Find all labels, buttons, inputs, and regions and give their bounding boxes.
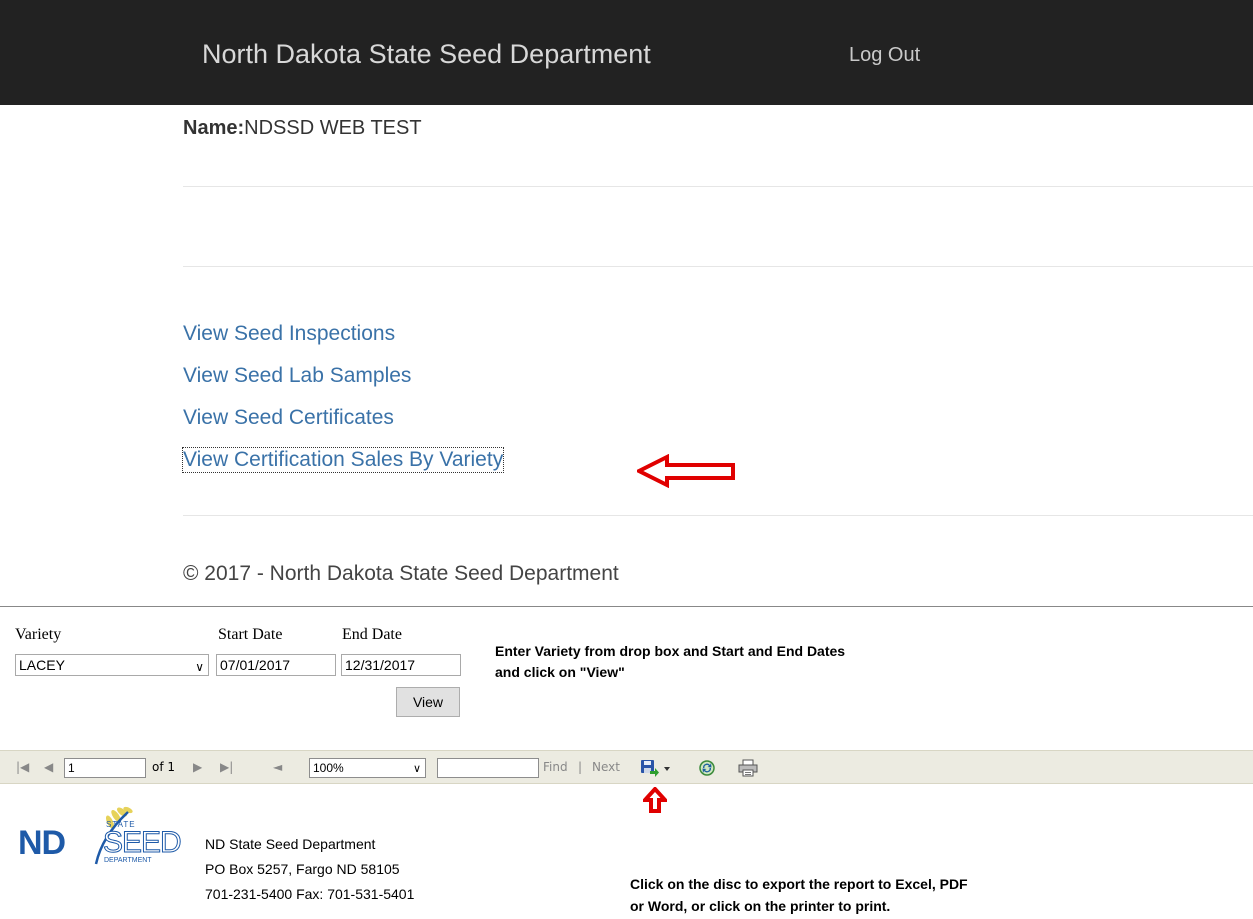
view-button[interactable]: View	[396, 687, 460, 717]
next-page-icon[interactable]: ▶	[193, 760, 202, 774]
next-match-link[interactable]: Next	[592, 760, 620, 774]
nd-state-seed-logo: ND STATE SEED DEPARTMENT	[18, 806, 200, 873]
divider	[183, 266, 1253, 267]
instruction-line-1: Enter Variety from drop box and Start an…	[495, 643, 846, 659]
logo-seed-text: SEED	[103, 826, 183, 860]
name-value: NDSSD WEB TEST	[244, 117, 422, 139]
up-arrow-annotation-icon	[643, 787, 667, 813]
export-instruction-line-2: or Word, or click on the printer to prin…	[630, 898, 891, 914]
start-date-input[interactable]: 07/01/2017	[216, 654, 336, 676]
logout-link[interactable]: Log Out	[849, 44, 920, 67]
chevron-down-icon: ∨	[412, 763, 421, 775]
logo-nd-text: ND	[18, 824, 66, 862]
start-date-label: Start Date	[218, 626, 283, 643]
copyright-text: © 2017 - North Dakota State Seed Departm…	[183, 562, 619, 585]
first-page-icon[interactable]: |◀	[16, 760, 29, 774]
left-arrow-annotation-icon	[637, 454, 735, 488]
logo-department-text: DEPARTMENT	[104, 857, 152, 864]
variety-select[interactable]: LACEY ∨	[15, 654, 209, 676]
report-toolbar: |◀ ◀ 1 of 1 ▶ ▶| ◄ 100% ∨ Find | Next	[0, 750, 1253, 784]
printer-icon[interactable]	[738, 759, 758, 777]
divider	[183, 515, 1253, 516]
zoom-value: 100%	[313, 761, 344, 775]
refresh-icon[interactable]	[698, 759, 716, 777]
toolbar-separator: |	[578, 760, 583, 774]
link-seed-certificates[interactable]: View Seed Certificates	[183, 397, 503, 439]
user-name: Name:NDSSD WEB TEST	[183, 117, 422, 140]
name-label: Name:	[183, 117, 245, 139]
org-address: PO Box 5257, Fargo ND 58105	[205, 861, 400, 877]
org-name: ND State Seed Department	[205, 836, 376, 852]
end-date-input[interactable]: 12/31/2017	[341, 654, 461, 676]
brand-title[interactable]: North Dakota State Seed Department	[202, 39, 651, 70]
page-number-input[interactable]: 1	[64, 758, 146, 778]
find-text-input[interactable]	[437, 758, 539, 778]
link-seed-lab-samples[interactable]: View Seed Lab Samples	[183, 355, 503, 397]
last-page-icon[interactable]: ▶|	[220, 760, 233, 774]
instruction-line-2: and click on "View"	[495, 664, 625, 680]
variety-label: Variety	[15, 626, 62, 643]
back-to-parent-icon[interactable]: ◄	[273, 760, 282, 774]
nav-links: View Seed Inspections View Seed Lab Samp…	[181, 313, 505, 473]
chevron-down-icon: ∨	[195, 660, 204, 674]
export-instruction-line-1: Click on the disc to export the report t…	[630, 876, 968, 892]
export-disc-icon[interactable]	[640, 759, 672, 777]
org-phone: 701-231-5400 Fax: 701-531-5401	[205, 886, 415, 902]
link-seed-inspections[interactable]: View Seed Inspections	[183, 313, 503, 355]
end-date-label: End Date	[342, 626, 402, 643]
previous-page-icon[interactable]: ◀	[44, 760, 53, 774]
zoom-select[interactable]: 100% ∨	[309, 758, 426, 778]
variety-value: LACEY	[19, 657, 65, 673]
report-divider	[0, 606, 1253, 607]
link-certification-sales-by-variety[interactable]: View Certification Sales By Variety	[181, 447, 505, 473]
divider	[183, 186, 1253, 187]
top-navbar: North Dakota State Seed Department Log O…	[0, 0, 1253, 105]
find-link[interactable]: Find	[543, 760, 568, 774]
page-count: of 1	[152, 760, 176, 774]
